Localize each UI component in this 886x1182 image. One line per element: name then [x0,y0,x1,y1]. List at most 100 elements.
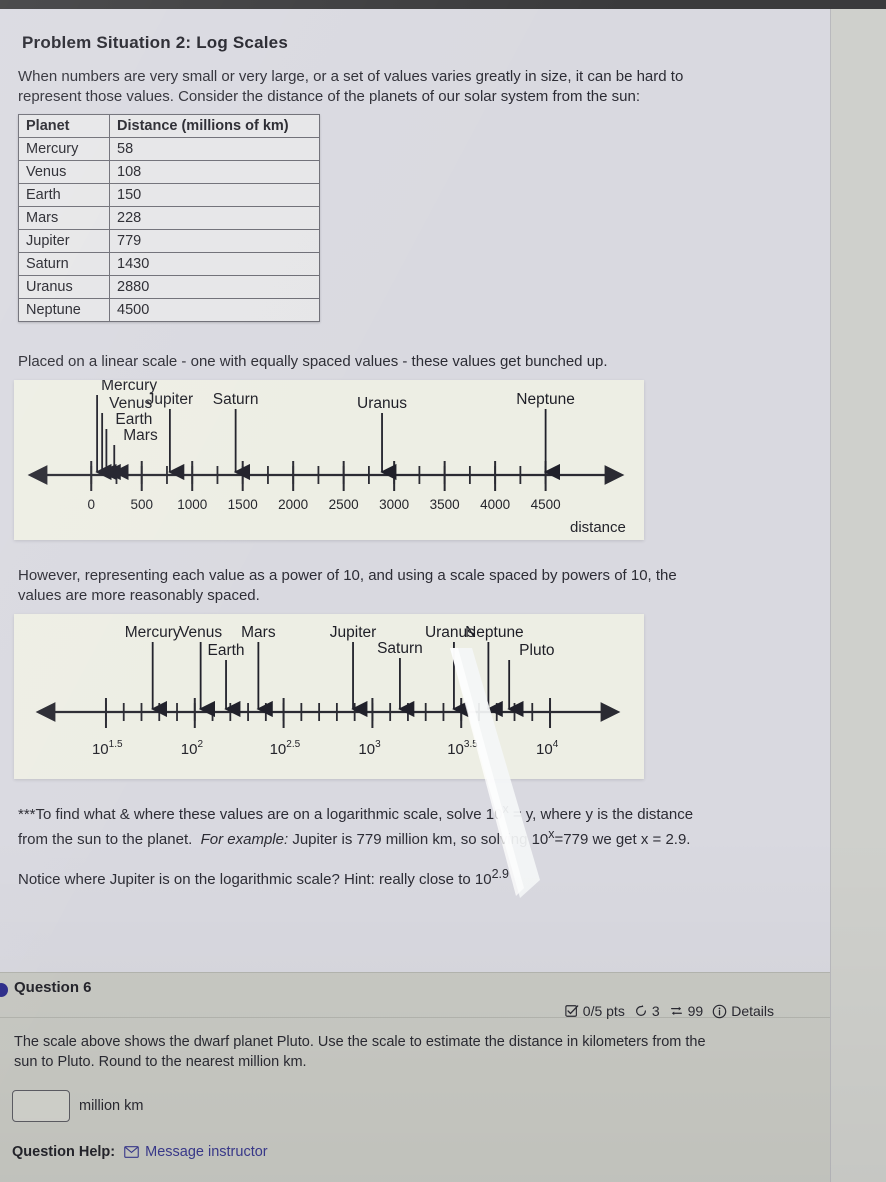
svg-text:Mercury: Mercury [125,624,181,641]
cell-planet: Uranus [18,274,110,299]
table-row: Uranus 2880 [18,274,320,299]
page-title: Problem Situation 2: Log Scales [22,33,288,52]
question-help-row: Question Help: Message instructor [0,1122,830,1160]
linear-axis-label: distance [570,519,626,536]
jupiter-hint: Notice where Jupiter is on the logarithm… [0,850,830,890]
screen-top-bezel [0,0,886,9]
message-instructor-link[interactable]: Message instructor [124,1144,268,1160]
cell-distance: 228 [109,205,320,230]
svg-text:Venus: Venus [179,624,222,641]
table-row: Venus 108 [18,159,320,184]
table-row: Mars 228 [18,205,320,230]
cell-distance: 2880 [109,274,320,299]
svg-text:103.5: 103.5 [447,739,478,758]
svg-text:4500: 4500 [531,497,561,512]
cell-distance: 4500 [109,297,320,322]
answer-row: million km [0,1072,830,1122]
cell-distance: 108 [109,159,320,184]
table-row: Mercury 58 [18,136,320,161]
svg-text:Earth: Earth [115,411,152,428]
svg-text:Pluto: Pluto [519,642,554,659]
table-header-row: Planet Distance (millions of km) [18,113,320,138]
attempts-chip: 3 [634,1003,660,1019]
attempts-value: 3 [651,1003,660,1019]
svg-text:Mars: Mars [123,427,158,444]
table-row: Earth 150 [18,182,320,207]
refresh-icon [635,1004,646,1016]
svg-text:1000: 1000 [177,497,207,512]
message-instructor-label: Message instructor [145,1144,268,1160]
question-status-dot [0,983,8,997]
cell-distance: 150 [109,182,320,207]
svg-text:Mars: Mars [241,624,276,641]
question-section: Question 6 0/5 pts 3 99 Details The scal… [0,972,830,1182]
svg-text:500: 500 [130,497,153,512]
cell-distance: 779 [109,228,320,253]
shuffle-chip: 99 [669,1003,704,1019]
checkbox-icon [565,1005,579,1017]
info-icon [712,1004,727,1018]
cell-planet: Mercury [18,136,110,161]
points-value: 0/5 pts [582,1003,625,1019]
svg-text:4000: 4000 [480,497,510,512]
svg-text:2000: 2000 [278,497,308,512]
right-gutter [831,9,886,1182]
linear-number-line-figure: 0 500 1000 1500 2000 2500 3000 3500 4000 4500 Mer… [14,379,644,540]
svg-text:3000: 3000 [379,497,409,512]
svg-text:103: 103 [358,739,381,758]
svg-text:3500: 3500 [430,497,460,512]
cell-planet: Mars [18,205,110,230]
log-number-line-svg: 101.5 102 102.5 103 103.5 104 MercuryVenusEar… [35,624,621,758]
svg-text:101.5: 101.5 [92,739,123,758]
cell-planet: Saturn [18,251,110,276]
question-meta: 0/5 pts 3 99 Details [565,1003,774,1019]
log-scale-caption: However, representing each value as a po… [18,566,677,604]
cell-planet: Venus [18,159,110,184]
svg-text:Neptune: Neptune [465,624,524,641]
svg-text:1500: 1500 [228,497,258,512]
details-button[interactable]: Details [712,1003,774,1019]
log-number-line-figure: 101.5 102 102.5 103 103.5 104 Mercury Venus Ear… [14,614,644,780]
intro-paragraph: When numbers are very small or very larg… [18,68,684,106]
svg-text:102.5: 102.5 [270,739,301,758]
table-header-distance: Distance (millions of km) [109,113,320,138]
svg-text:0: 0 [87,497,95,512]
cell-distance: 1430 [109,251,320,276]
question-help-label: Question Help: [12,1144,116,1160]
svg-text:Jupiter: Jupiter [147,391,194,408]
details-label: Details [731,1003,774,1019]
svg-text:Saturn: Saturn [213,391,259,408]
cell-distance: 58 [109,136,320,161]
svg-text:Jupiter: Jupiter [330,624,377,641]
envelope-icon [124,1146,139,1158]
question-header: Question 6 0/5 pts 3 99 Details [0,973,830,1019]
shuffle-value: 99 [687,1003,704,1019]
shuffle-icon [670,1006,682,1016]
solve-note: ***To find what & where these values are… [0,779,830,850]
table-row: Jupiter 779 [18,228,320,253]
svg-text:102: 102 [181,739,204,758]
linear-scale-caption: Placed on a linear scale - one with equa… [18,352,608,370]
question-number: Question 6 [14,979,92,996]
svg-text:Saturn: Saturn [377,640,423,657]
svg-text:104: 104 [536,739,559,758]
cell-planet: Neptune [18,297,110,322]
table-header-planet: Planet [18,113,110,138]
points-chip: 0/5 pts [565,1003,625,1019]
answer-unit: million km [79,1098,144,1114]
solve-note-text: ***To find what & where these values are… [18,802,694,848]
answer-input[interactable] [12,1090,70,1122]
cell-planet: Jupiter [18,228,110,253]
jupiter-hint-text: Notice where Jupiter is on the logarithm… [18,866,509,888]
svg-text:Earth: Earth [208,642,245,659]
table-body: Mercury 58 Venus 108 Earth 150 Mars 228 … [18,136,320,322]
assignment-sheet: Problem Situation 2: Log Scales When num… [0,9,830,890]
table-row: Saturn 1430 [18,251,320,276]
linear-number-line-svg: 0 500 1000 1500 2000 2500 3000 3500 4000 4500 Mer… [27,380,626,536]
svg-text:Uranus: Uranus [357,395,407,412]
planet-distance-table: Planet Distance (millions of km) Mercury… [18,113,320,322]
svg-text:2500: 2500 [329,497,359,512]
question-prompt: The scale above shows the dwarf planet P… [14,1034,706,1070]
svg-text:Neptune: Neptune [516,391,575,408]
table-row: Neptune 4500 [18,297,320,322]
